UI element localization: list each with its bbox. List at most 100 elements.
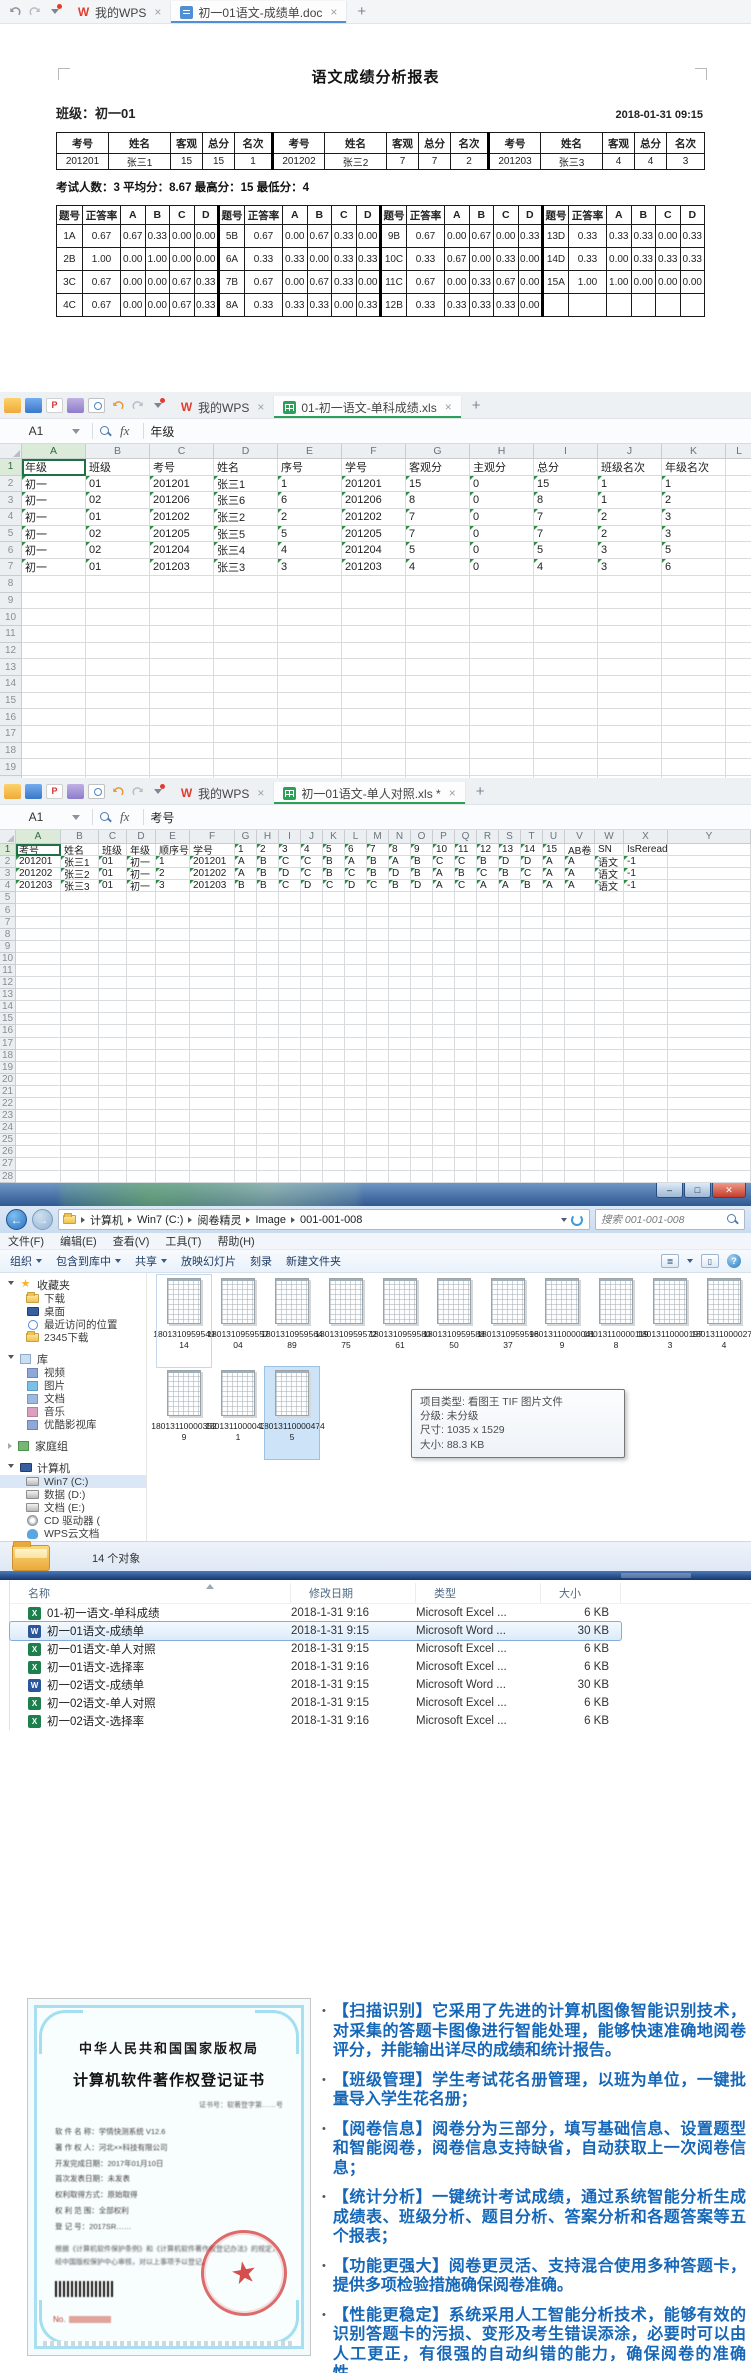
cell-H25[interactable] [257,1134,279,1146]
cell-M28[interactable] [367,1171,389,1183]
cell-D26[interactable] [127,1146,156,1158]
cell-P23[interactable] [433,1110,455,1122]
cell-V5[interactable] [565,892,595,904]
cell-G10[interactable] [406,609,470,626]
cell-J15[interactable] [598,693,662,710]
cell-D20[interactable] [127,1074,156,1086]
column-header-W[interactable]: W [595,830,624,844]
cell-C10[interactable] [150,609,214,626]
cell-D10[interactable] [127,953,156,965]
cell-K15[interactable] [662,693,726,710]
cell-Q11[interactable] [455,965,477,977]
cell-C27[interactable] [99,1158,127,1170]
cell-Y1[interactable] [668,844,751,856]
cell-K21[interactable] [323,1086,345,1098]
cell-L15[interactable] [726,693,751,710]
cell-G7[interactable] [235,917,257,929]
cell-F12[interactable] [342,643,406,660]
file-thumbnail[interactable]: 180131095957275 [319,1275,373,1367]
column-header-Y[interactable]: Y [668,830,751,844]
cell-J7[interactable]: 3 [598,559,662,576]
close-tab-icon[interactable]: × [154,5,161,19]
cell-W3[interactable]: 语文 [595,868,624,880]
cell-P22[interactable] [433,1098,455,1110]
cell-V2[interactable]: A [565,856,595,868]
cell-L21[interactable] [345,1086,367,1098]
cell-P2[interactable]: C [433,856,455,868]
cell-C12[interactable] [99,977,127,989]
cell-E14[interactable] [278,676,342,693]
cell-A7[interactable]: 初一 [22,559,86,576]
cell-B11[interactable] [61,965,99,977]
cell-X13[interactable] [624,989,668,1001]
cell-K9[interactable] [323,941,345,953]
cell-T16[interactable] [521,1025,543,1037]
cell-I16[interactable] [534,709,598,726]
cell-U28[interactable] [543,1171,565,1183]
cell-W14[interactable] [595,1001,624,1013]
cell-I19[interactable] [279,1062,301,1074]
cell-Y21[interactable] [668,1086,751,1098]
cell-I14[interactable] [534,676,598,693]
cell-W23[interactable] [595,1110,624,1122]
cell-U5[interactable] [543,892,565,904]
row-header-15[interactable]: 15 [0,693,22,710]
cell-C3[interactable]: 201206 [150,492,214,509]
cell-F23[interactable] [190,1110,235,1122]
cell-E11[interactable] [156,965,190,977]
cell-U13[interactable] [543,989,565,1001]
tab-home[interactable]: W我的WPS× [171,396,274,418]
cell-T15[interactable] [521,1013,543,1025]
cell-D24[interactable] [127,1122,156,1134]
cell-J14[interactable] [301,1001,323,1013]
cell-N4[interactable]: B [389,880,411,892]
cell-N5[interactable] [389,892,411,904]
cell-S8[interactable] [499,929,521,941]
cell-I12[interactable] [279,977,301,989]
cell-A26[interactable] [16,1146,61,1158]
cell-M15[interactable] [367,1013,389,1025]
cell-C6[interactable]: 201204 [150,542,214,559]
cell-I5[interactable] [279,892,301,904]
cell-N28[interactable] [389,1171,411,1183]
cell-I9[interactable] [279,941,301,953]
cell-Y17[interactable] [668,1038,751,1050]
cell-V21[interactable] [565,1086,595,1098]
cell-T23[interactable] [521,1110,543,1122]
cell-B19[interactable] [86,759,150,776]
column-header-F[interactable]: F [190,830,235,844]
column-header-J[interactable]: J [301,830,323,844]
cell-H6[interactable] [257,904,279,916]
cell-F8[interactable] [342,576,406,593]
file-thumbnail[interactable]: 180131095954914 [157,1275,211,1367]
cell-M19[interactable] [367,1062,389,1074]
close-button[interactable]: ✕ [712,1183,746,1198]
row-header-9[interactable]: 9 [0,941,16,953]
cell-I9[interactable] [534,593,598,610]
cell-J6[interactable]: 3 [598,542,662,559]
column-header-E[interactable]: E [278,444,342,459]
file-thumbnail[interactable]: 180131100000419 [535,1275,589,1367]
cell-P15[interactable] [433,1013,455,1025]
cell-L6[interactable] [726,542,751,559]
save-icon[interactable] [25,398,42,413]
cell-E23[interactable] [156,1110,190,1122]
cell-I10[interactable] [534,609,598,626]
cell-L19[interactable] [726,759,751,776]
column-header-D[interactable]: D [214,444,278,459]
cell-S1[interactable]: 13 [499,844,521,856]
cell-A17[interactable] [22,726,86,743]
close-tab-icon[interactable]: × [449,786,456,800]
cell-K12[interactable] [323,977,345,989]
cell-I8[interactable] [279,929,301,941]
cell-H13[interactable] [470,659,534,676]
cell-F21[interactable] [190,1086,235,1098]
cell-J21[interactable] [301,1086,323,1098]
cell-I1[interactable]: 3 [279,844,301,856]
cell-J26[interactable] [301,1146,323,1158]
cell-U3[interactable]: A [543,868,565,880]
tab-home[interactable]: W我的WPS× [68,1,171,23]
cell-F18[interactable] [342,743,406,760]
cell-B10[interactable] [61,953,99,965]
cell-W13[interactable] [595,989,624,1001]
